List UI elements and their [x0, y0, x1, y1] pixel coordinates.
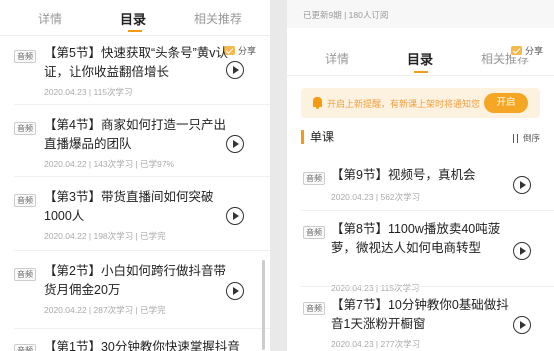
play-icon[interactable]: [513, 176, 531, 194]
audio-tag: 音频: [14, 194, 36, 207]
share-label: 分享: [525, 46, 544, 56]
audio-tag: 音频: [303, 172, 325, 185]
lesson-title: 【第7节】10分钟教你0基础做抖音1天涨粉开橱窗: [331, 298, 509, 331]
section-title: 单课: [301, 130, 334, 144]
audio-tag: 音频: [14, 50, 36, 63]
tab-bar: 详情 目录 相关推荐: [0, 0, 270, 36]
audio-tag: 音频: [303, 226, 325, 239]
sort-label: 倒序: [522, 133, 540, 143]
active-tab-indicator: [128, 30, 142, 32]
lesson-title: 【第4节】商家如何打造一只产出直播爆品的团队: [44, 118, 226, 151]
divider: [14, 328, 270, 329]
tab-catalog[interactable]: 目录: [407, 49, 433, 68]
lesson-title: 【第5节】快速获取“头条号”黄v认证，让你收益翻倍增长: [44, 46, 229, 79]
screenshot: 详情 目录 相关推荐 分享 音频 【第5节】快速获取“头条号”黄v认证，让你收益…: [0, 0, 554, 351]
play-icon[interactable]: [513, 242, 531, 260]
lesson-title: 【第1节】30分钟教你快速掌握抖音: [44, 340, 240, 351]
lesson-title: 【第8节】1100w播放卖40吨菠萝，微视达人如何电商转型: [331, 222, 501, 255]
lesson-meta: 2020.04.23 | 562次学习: [331, 192, 421, 202]
course-header-info: 已更新9期 | 180人订阅: [287, 0, 554, 28]
course-catalog-panel-right: 已更新9期 | 180人订阅 详情 目录 相关推荐 分享 开启上新提醒，有新课上…: [287, 0, 554, 351]
share-icon: [511, 46, 522, 55]
tab-details[interactable]: 详情: [325, 50, 349, 67]
audio-tag: 音频: [14, 344, 36, 351]
lesson-meta: 2020.04.22 | 143次学习 | 已学97%: [44, 159, 175, 169]
play-icon[interactable]: [226, 282, 244, 300]
audio-tag: 音频: [303, 302, 325, 315]
divider: [301, 210, 554, 211]
lesson-meta: 2020.04.23 | 115次学习: [44, 87, 133, 97]
play-icon[interactable]: [226, 135, 244, 153]
lesson-meta: 2020.04.22 | 287次学习 | 已学完: [44, 305, 166, 315]
lesson-title: 【第2节】小白如何跨行做抖音带货月佣金20万: [44, 264, 226, 297]
lesson-title: 【第3节】带货直播间如何突破1000人: [44, 190, 214, 223]
lesson-meta: 2020.04.22 | 198次学习 | 已学完: [44, 231, 166, 241]
play-icon[interactable]: [226, 207, 244, 225]
sort-toggle[interactable]: 倒序: [512, 132, 540, 144]
tab-details[interactable]: 详情: [38, 10, 62, 27]
lesson-meta: 2020.04.23 | 277次学习: [331, 339, 421, 349]
divider: [14, 176, 270, 177]
active-tab-indicator: [414, 71, 428, 73]
share-label: 分享: [238, 46, 257, 56]
play-icon[interactable]: [226, 61, 244, 79]
update-subscriber-info: 已更新9期 | 180人订阅: [303, 10, 389, 20]
enable-reminder-button[interactable]: 开启: [484, 93, 528, 113]
sort-icon: [512, 133, 520, 143]
share-button[interactable]: 分享: [511, 44, 544, 57]
divider: [301, 286, 554, 287]
divider: [14, 250, 270, 251]
lesson-title: 【第9节】视频号，真机会: [331, 168, 476, 182]
play-icon[interactable]: [513, 316, 531, 334]
lesson-meta: 2020.04.23 | 115次学习: [331, 283, 420, 293]
new-course-reminder-banner: 开启上新提醒，有新课上架时将通知您 开启: [301, 88, 540, 118]
scrollbar[interactable]: [262, 260, 265, 350]
audio-tag: 音频: [14, 122, 36, 135]
reminder-text: 开启上新提醒，有新课上架时将通知您: [327, 99, 481, 109]
divider: [14, 104, 270, 105]
tab-recommended[interactable]: 相关推荐: [194, 10, 242, 27]
tab-catalog[interactable]: 目录: [120, 9, 146, 28]
course-catalog-panel-left: 详情 目录 相关推荐 分享 音频 【第5节】快速获取“头条号”黄v认证，让你收益…: [0, 0, 270, 351]
audio-tag: 音频: [14, 268, 36, 281]
bell-icon: [313, 97, 322, 109]
